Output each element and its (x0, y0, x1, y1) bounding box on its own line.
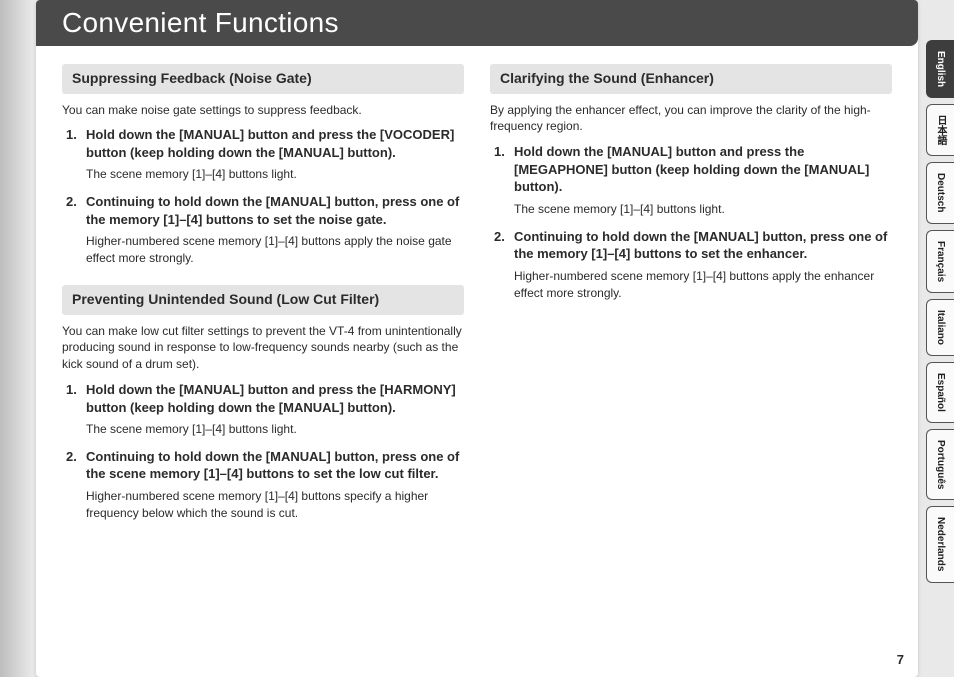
page-number: 7 (897, 652, 904, 667)
step-title: Hold down the [MANUAL] button and press … (86, 381, 464, 416)
step-title: Continuing to hold down the [MANUAL] but… (514, 228, 892, 263)
page-title-bar: Convenient Functions (36, 0, 918, 46)
right-column: Clarifying the Sound (Enhancer) By apply… (490, 64, 892, 540)
intro-noise-gate: You can make noise gate settings to supp… (62, 102, 464, 119)
step-title: Continuing to hold down the [MANUAL] but… (86, 193, 464, 228)
step-item: Continuing to hold down the [MANUAL] but… (66, 193, 464, 267)
language-tabs: English 日本語 Deutsch Français Italiano Es… (926, 40, 954, 583)
heading-enhancer: Clarifying the Sound (Enhancer) (490, 64, 892, 94)
lang-tab-francais[interactable]: Français (926, 230, 954, 293)
step-item: Continuing to hold down the [MANUAL] but… (66, 448, 464, 522)
manual-page: Convenient Functions Suppressing Feedbac… (36, 0, 918, 677)
steps-enhancer: Hold down the [MANUAL] button and press … (490, 143, 892, 301)
lang-tab-italiano[interactable]: Italiano (926, 299, 954, 356)
step-detail: The scene memory [1]–[4] buttons light. (86, 164, 464, 183)
step-title: Hold down the [MANUAL] button and press … (514, 143, 892, 196)
step-item: Continuing to hold down the [MANUAL] but… (494, 228, 892, 302)
heading-low-cut: Preventing Unintended Sound (Low Cut Fil… (62, 285, 464, 315)
section-enhancer: Clarifying the Sound (Enhancer) By apply… (490, 64, 892, 301)
step-item: Hold down the [MANUAL] button and press … (66, 126, 464, 183)
heading-noise-gate: Suppressing Feedback (Noise Gate) (62, 64, 464, 94)
step-detail: The scene memory [1]–[4] buttons light. (86, 419, 464, 438)
step-item: Hold down the [MANUAL] button and press … (66, 381, 464, 438)
section-noise-gate: Suppressing Feedback (Noise Gate) You ca… (62, 64, 464, 267)
steps-noise-gate: Hold down the [MANUAL] button and press … (62, 126, 464, 267)
lang-tab-nederlands[interactable]: Nederlands (926, 506, 954, 582)
steps-low-cut: Hold down the [MANUAL] button and press … (62, 381, 464, 522)
lang-tab-espanol[interactable]: Español (926, 362, 954, 423)
left-column: Suppressing Feedback (Noise Gate) You ca… (62, 64, 464, 540)
content-columns: Suppressing Feedback (Noise Gate) You ca… (36, 46, 918, 552)
step-detail: Higher-numbered scene memory [1]–[4] but… (514, 266, 892, 302)
lang-tab-deutsch[interactable]: Deutsch (926, 162, 954, 223)
step-item: Hold down the [MANUAL] button and press … (494, 143, 892, 217)
page-title: Convenient Functions (62, 7, 339, 39)
section-low-cut: Preventing Unintended Sound (Low Cut Fil… (62, 285, 464, 522)
step-detail: Higher-numbered scene memory [1]–[4] but… (86, 486, 464, 522)
step-detail: Higher-numbered scene memory [1]–[4] but… (86, 231, 464, 267)
step-title: Hold down the [MANUAL] button and press … (86, 126, 464, 161)
intro-low-cut: You can make low cut filter settings to … (62, 323, 464, 373)
lang-tab-japanese[interactable]: 日本語 (926, 104, 954, 156)
lang-tab-english[interactable]: English (926, 40, 954, 98)
step-title: Continuing to hold down the [MANUAL] but… (86, 448, 464, 483)
lang-tab-portugues[interactable]: Português (926, 429, 954, 500)
intro-enhancer: By applying the enhancer effect, you can… (490, 102, 892, 136)
step-detail: The scene memory [1]–[4] buttons light. (514, 199, 892, 218)
binding-shadow (0, 0, 36, 677)
